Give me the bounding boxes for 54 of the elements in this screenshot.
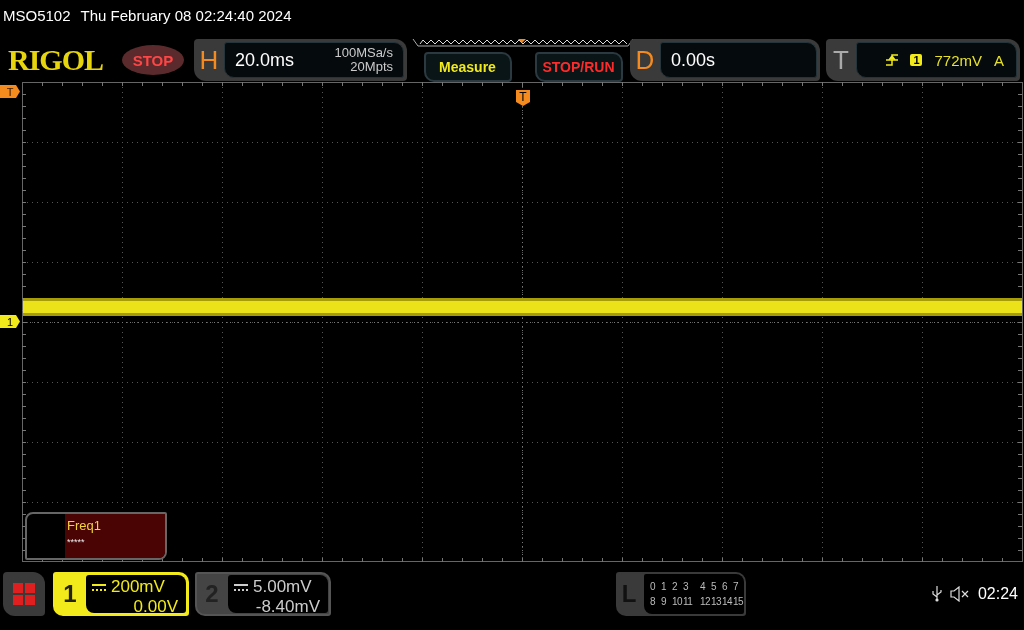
digital-channel-label: 5 [711,581,718,592]
channel-scale: 200mV [111,577,165,597]
channel-number: 1 [62,579,78,609]
delay-panel[interactable]: D 0.00s [630,39,820,81]
grid-icon [13,583,35,605]
digital-channel-label: 3 [683,581,690,592]
digital-channel-label: 0 [650,581,657,592]
menu-button[interactable] [3,572,45,616]
channel-marker[interactable]: 1 [0,315,20,328]
digital-channel-label: 8 [650,596,657,607]
digital-channel-label: 14 [722,596,733,607]
dc-coupling-icon [234,583,248,591]
digital-channel-label: 15 [733,596,744,607]
trigger-level-marker[interactable]: T [0,85,20,98]
digital-channel-label: 6 [722,581,729,592]
channel-panel[interactable]: 1 200mV 0.00V [53,572,189,616]
measurement-name: Freq1 [67,518,102,533]
stop-run-button[interactable]: STOP/RUN [534,52,623,82]
digital-channel-label: 12 [700,596,711,607]
dc-coupling-icon [92,583,106,591]
measurement-box[interactable]: Freq1 ***** [25,512,167,560]
delay-label: D [634,43,656,77]
model-name: MSO5102 [3,6,71,24]
trigger-level: 772mV [934,51,982,69]
channel-offset: -8.40mV [254,597,320,614]
digital-channel-label: 1 [661,581,668,592]
usb-icon [931,586,942,602]
run-state-indicator: STOP [122,45,184,75]
rising-edge-icon [886,54,899,66]
horizontal-panel[interactable]: H 20.0ms 100MSa/s 20Mpts [194,39,407,81]
brand-logo: RIGOL [8,43,105,77]
trigger-mode: A [994,51,1004,69]
trigger-panel[interactable]: T 1 772mV A [826,39,1020,81]
trigger-label: T [832,43,850,77]
digital-channel-label: 11 [683,596,694,607]
digital-channel-label: 10 [672,596,683,607]
measure-button[interactable]: Measure [423,52,512,82]
date-time: Thu February 08 02:24:40 2024 [80,6,292,24]
trigger-position-marker[interactable]: T [516,90,530,106]
delay-value: 0.00s [671,49,716,71]
horizontal-label: H [198,43,220,77]
channel-scale: 5.00mV [253,577,312,597]
digital-channel-label: 2 [672,581,679,592]
clock-time: 02:24 [977,585,1018,603]
measurement-value: ***** [67,537,86,547]
muted-speaker-icon[interactable] [949,586,970,602]
channel-offset: 0.00V [132,597,178,614]
trigger-source: 1 [910,54,923,66]
digital-channel-label: 7 [733,581,740,592]
timebase-value: 20.0ms [235,49,295,71]
digital-channel-label: 4 [700,581,707,592]
sample-rate-info: 100MSa/s 20Mpts [334,46,393,74]
digital-channel-label: 9 [661,596,668,607]
digital-channel-label: 13 [711,596,722,607]
